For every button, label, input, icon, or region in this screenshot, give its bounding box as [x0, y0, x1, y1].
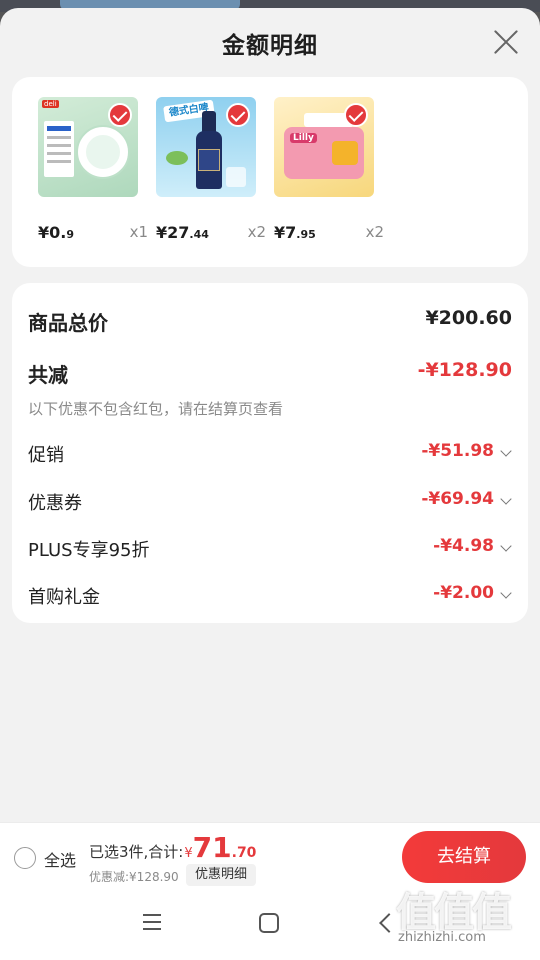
system-nav-bar	[0, 892, 540, 960]
saved-amount-text: 优惠减:¥128.90	[89, 870, 179, 884]
discount-detail-button[interactable]: 优惠明细	[186, 864, 257, 886]
leaf-image	[166, 151, 188, 165]
order-total: 已选3件,合计:¥71.70	[89, 831, 257, 864]
discount-label: 首购礼金	[28, 587, 100, 608]
product-price-row: ¥27.44 x2	[156, 223, 266, 245]
discount-row-coupon[interactable]: 优惠券 -¥69.94	[28, 489, 512, 519]
total-decimal: .70	[231, 845, 257, 861]
product-quantity: x2	[365, 223, 384, 241]
checkout-bar: 全选 已选3件,合计:¥71.70 优惠减:¥128.90 优惠明细 去结算	[0, 822, 540, 892]
select-all-label: 全选	[44, 851, 77, 870]
product-thumbnail[interactable]: Lilly	[274, 97, 374, 197]
package-label	[44, 121, 74, 177]
discount-label: 优惠券	[28, 493, 82, 514]
discount-label: PLUS专享95折	[28, 540, 150, 561]
price-detail-card: 商品总价 ¥200.60 共减 -¥128.90 以下优惠不包含红包，请在结算页…	[12, 283, 528, 623]
bottle-label-image	[198, 149, 220, 171]
discount-value: -¥51.98	[421, 441, 494, 461]
sheet-header: 金额明细	[0, 8, 540, 76]
total-currency: ¥	[184, 846, 193, 861]
amount-detail-sheet: 金额明细 deli ¥0.9 x1 德式白啤 ¥27.44 x2 Lilly ¥…	[0, 8, 540, 960]
product-quantity: x2	[247, 223, 266, 241]
checkout-button[interactable]: 去结算	[402, 831, 526, 883]
discount-label: 促销	[28, 445, 64, 466]
product-price: ¥7.95	[274, 223, 316, 242]
discount-row-promotion[interactable]: 促销 -¥51.98	[28, 441, 512, 471]
discount-row-plus[interactable]: PLUS专享95折 -¥4.98	[28, 536, 512, 566]
snack-package-image: Lilly	[284, 127, 364, 179]
close-icon[interactable]	[492, 28, 520, 56]
bottle-neck-image	[202, 111, 216, 133]
sheet-title: 金额明细	[222, 33, 318, 59]
product-price-row: ¥7.95 x2	[274, 223, 384, 245]
product-thumbnail[interactable]: deli	[38, 97, 138, 197]
back-icon[interactable]	[379, 913, 399, 933]
product-item-beer[interactable]: 德式白啤 ¥27.44 x2	[156, 97, 266, 242]
home-icon[interactable]	[259, 913, 279, 933]
cookie-image	[332, 141, 358, 165]
total-reduction-row: 共减 -¥128.90	[28, 359, 512, 389]
product-price: ¥0.9	[38, 223, 74, 242]
selected-count-text: 已选3件,合计:	[89, 843, 184, 861]
product-quantity: x1	[129, 223, 148, 241]
total-reduction-label: 共减	[28, 363, 68, 387]
selected-products-card: deli ¥0.9 x1 德式白啤 ¥27.44 x2 Lilly ¥7.95 …	[12, 77, 528, 267]
product-price: ¥27.44	[156, 223, 209, 242]
reduction-note: 以下优惠不包含红包，请在结算页查看	[28, 400, 284, 418]
product-item-tape[interactable]: deli ¥0.9 x1	[38, 97, 148, 242]
product-price-row: ¥0.9 x1	[38, 223, 148, 245]
total-price-label: 商品总价	[28, 311, 108, 335]
selected-check-icon[interactable]	[344, 103, 368, 127]
package-brand-text: Lilly	[290, 133, 317, 143]
total-price-row: 商品总价 ¥200.60	[28, 307, 512, 337]
discount-value: -¥69.94	[421, 489, 494, 509]
select-all-radio[interactable]	[14, 847, 36, 869]
brand-logo: deli	[42, 100, 59, 108]
tape-roll-image	[78, 127, 128, 177]
product-item-snack[interactable]: Lilly ¥7.95 x2	[274, 97, 384, 242]
selected-check-icon[interactable]	[108, 103, 132, 127]
discount-row-first-purchase[interactable]: 首购礼金 -¥2.00	[28, 583, 512, 613]
selected-check-icon[interactable]	[226, 103, 250, 127]
ice-image	[226, 167, 246, 187]
product-thumbnail[interactable]: 德式白啤	[156, 97, 256, 197]
total-integer: 71	[192, 831, 232, 864]
total-reduction-value: -¥128.90	[417, 359, 512, 381]
total-price-value: ¥200.60	[425, 307, 512, 329]
menu-icon[interactable]	[143, 914, 161, 930]
